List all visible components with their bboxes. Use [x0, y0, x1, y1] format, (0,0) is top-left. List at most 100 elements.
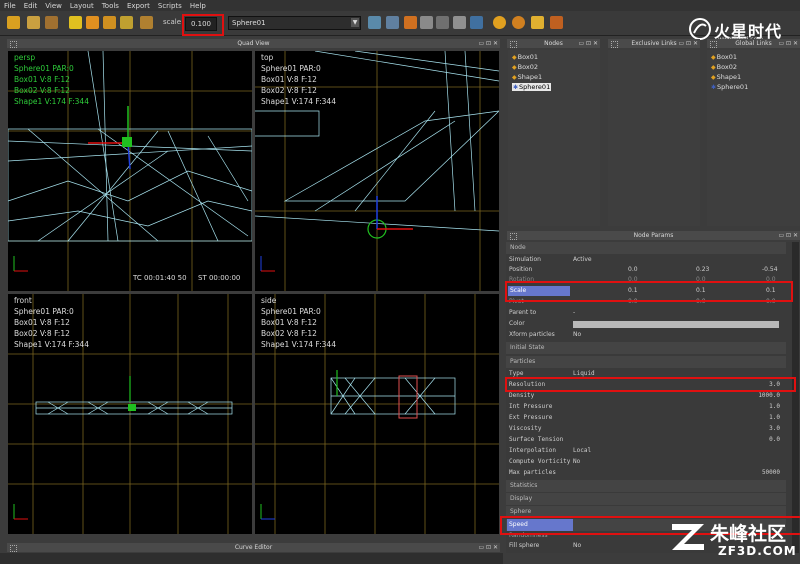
emitter-icon[interactable] [368, 16, 381, 29]
panel-buttons[interactable]: ▭ ⊡ ✕ [778, 39, 798, 48]
param-value[interactable]: - [573, 308, 575, 318]
menu-file[interactable]: File [4, 2, 16, 10]
param-value[interactable]: 3.0 [769, 424, 780, 434]
param-row-simulation[interactable]: Simulation Active [506, 255, 780, 265]
param-value[interactable]: -0.54 [762, 265, 778, 275]
tree-item-label: Box01 [716, 53, 737, 61]
export-icon[interactable] [550, 16, 563, 29]
panel-buttons[interactable]: ▭ ⊡ ✕ [578, 39, 598, 48]
tree-item[interactable]: ◆Box02 [512, 63, 538, 71]
section-statistics[interactable]: Statistics [506, 480, 786, 492]
menu-tools[interactable]: Tools [102, 2, 119, 10]
grip-icon[interactable] [710, 41, 717, 48]
node-select[interactable]: Sphere01 ▼ [228, 16, 361, 30]
move-icon[interactable] [86, 16, 99, 29]
tree-item-selected[interactable]: ✱Sphere01 [512, 83, 552, 91]
param-value[interactable]: 1.0 [769, 413, 780, 423]
grip-icon[interactable] [510, 233, 517, 240]
curve-editor-titlebar: Curve Editor ▭ ⊡ ✕ [7, 543, 500, 552]
object-icon[interactable] [404, 16, 417, 29]
simulate-icon[interactable] [493, 16, 506, 29]
grip-icon[interactable] [10, 545, 17, 552]
grip-icon[interactable] [611, 41, 618, 48]
tree-item[interactable]: ◆Box02 [711, 63, 737, 71]
param-row-ext-pressure[interactable]: Ext Pressure 1.0 [506, 413, 780, 423]
viewport-side[interactable]: side Sphere01 PAR:0 Box01 V:8 F:12 Box02… [255, 294, 499, 534]
param-value[interactable]: 0.0 [628, 265, 638, 275]
section-particles[interactable]: Particles [506, 356, 786, 368]
realwave-icon[interactable] [470, 16, 483, 29]
menu-edit[interactable]: Edit [24, 2, 38, 10]
menu-layout[interactable]: Layout [70, 2, 94, 10]
param-value[interactable]: 1.0 [769, 402, 780, 412]
exclusive-links-area [608, 50, 700, 226]
resolution-row-highlight [505, 377, 796, 392]
chevron-down-icon[interactable]: ▼ [351, 18, 359, 27]
node-params-titlebar: Node Params ▭ ⊡ ✕ [507, 231, 800, 240]
exclusive-links-titlebar: Exclusive Links ▭ ⊡ ✕ [608, 39, 700, 48]
param-row-xform[interactable]: Xform particles No [506, 330, 780, 340]
exclusive-links-title: Exclusive Links [631, 40, 677, 47]
param-row-density[interactable]: Density 1000.0 [506, 391, 780, 401]
tree-item[interactable]: ◆Box01 [512, 53, 538, 61]
panel-buttons[interactable]: ▭ ⊡ ✕ [478, 39, 498, 48]
camera-icon[interactable] [436, 16, 449, 29]
tree-item[interactable]: ◆Shape1 [512, 73, 542, 81]
grip-icon[interactable] [10, 41, 17, 48]
section-display[interactable]: Display [506, 493, 786, 505]
param-row-position[interactable]: Position 0.0 0.23 -0.54 [506, 265, 780, 275]
param-row-int-pressure[interactable]: Int Pressure 1.0 [506, 402, 780, 412]
tree-item[interactable]: ✱Sphere01 [711, 83, 748, 91]
section-initial-state[interactable]: Initial State [506, 342, 786, 354]
select-arrow-icon[interactable] [69, 16, 82, 29]
viewport-front[interactable]: front Sphere01 PAR:0 Box01 V:8 F:12 Box0… [8, 294, 252, 534]
panel-buttons[interactable]: ▭ ⊡ ✕ [478, 543, 498, 552]
new-scene-icon[interactable] [7, 16, 20, 29]
reset-icon[interactable] [512, 16, 525, 29]
param-value[interactable]: No [573, 457, 580, 467]
daemon-icon[interactable] [386, 16, 399, 29]
section-node[interactable]: Node [506, 242, 786, 254]
params-scrollbar[interactable] [792, 242, 799, 553]
open-folder-icon[interactable] [27, 16, 40, 29]
param-value[interactable]: No [573, 330, 581, 340]
node-icon: ◆ [711, 74, 716, 81]
viewport-persp[interactable]: persp Sphere01 PAR:0 Box01 V:8 F:12 Box0… [8, 51, 252, 291]
param-value[interactable]: No [573, 541, 581, 551]
param-row-interpolation[interactable]: Interpolation Local [506, 446, 780, 456]
save-icon[interactable] [45, 16, 58, 29]
wave-icon[interactable] [453, 16, 466, 29]
menu-export[interactable]: Export [127, 2, 150, 10]
color-swatch[interactable] [573, 321, 779, 328]
tree-item[interactable]: ◆Box01 [711, 53, 737, 61]
grip-icon[interactable] [510, 41, 517, 48]
rotate-icon[interactable] [103, 16, 116, 29]
param-value[interactable]: 50000 [762, 468, 780, 478]
link-icon[interactable] [140, 16, 153, 29]
mesh-icon[interactable] [420, 16, 433, 29]
param-row-parent[interactable]: Parent to - [506, 308, 780, 318]
render-icon[interactable] [531, 16, 544, 29]
param-value[interactable]: 0.0 [769, 435, 780, 445]
param-row-compute-vorticity[interactable]: Compute Vorticity No [506, 457, 780, 467]
front-info-line: Shape1 V:174 F:344 [14, 340, 89, 349]
param-row-color[interactable]: Color [506, 319, 780, 329]
param-row-surface-tension[interactable]: Surface Tension 0.0 [506, 435, 780, 445]
menu-view[interactable]: View [45, 2, 62, 10]
menu-scripts[interactable]: Scripts [158, 2, 182, 10]
panel-buttons[interactable]: ▭ ⊡ ✕ [678, 39, 698, 48]
viewport-top[interactable]: top Sphere01 PAR:0 Box01 V:8 F:12 Box02 … [255, 51, 499, 291]
param-value[interactable]: 1000.0 [758, 391, 780, 401]
param-row-max-particles[interactable]: Max particles 50000 [506, 468, 780, 478]
tree-item-label: Box02 [517, 63, 538, 71]
param-label: Fill sphere [509, 542, 540, 549]
panel-buttons[interactable]: ▭ ⊡ ✕ [778, 231, 798, 240]
param-value[interactable]: Active [573, 255, 592, 265]
side-label: side [261, 296, 277, 305]
param-value[interactable]: Local [573, 446, 591, 456]
menu-help[interactable]: Help [190, 2, 206, 10]
tree-item[interactable]: ◆Shape1 [711, 73, 741, 81]
scale-icon[interactable] [120, 16, 133, 29]
param-value[interactable]: 0.23 [696, 265, 709, 275]
param-row-viscosity[interactable]: Viscosity 3.0 [506, 424, 780, 434]
